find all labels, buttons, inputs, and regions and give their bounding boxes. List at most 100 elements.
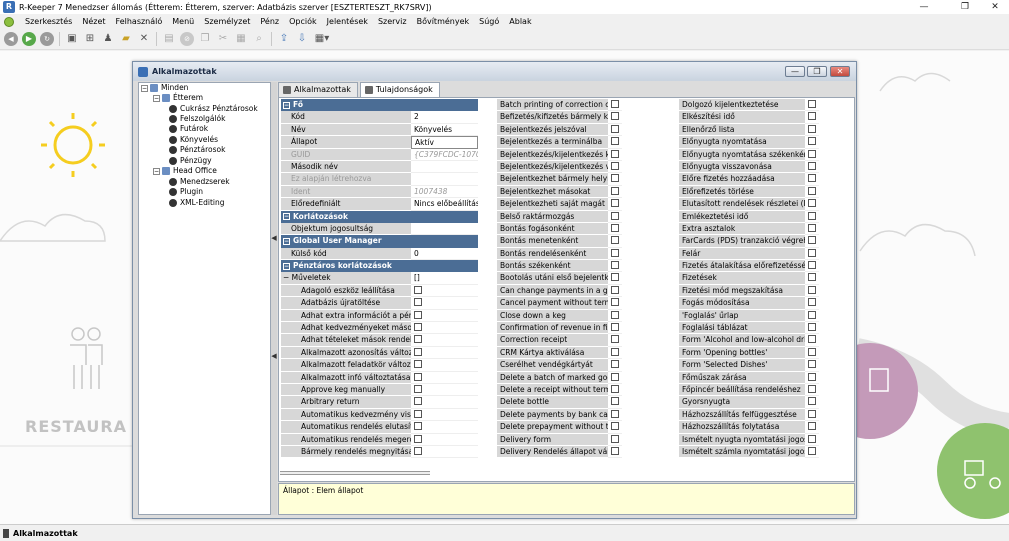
property-value[interactable] xyxy=(805,260,819,273)
property-row[interactable]: GUID {C379FCDC-1070-4 xyxy=(281,148,478,161)
property-row[interactable]: Automatikus rendelés elutasítás m xyxy=(281,421,478,434)
property-row[interactable]: Bejelentkezés a terminálba xyxy=(497,136,622,149)
property-checkbox[interactable] xyxy=(611,285,619,294)
folder-icon[interactable]: ▰ xyxy=(119,32,133,46)
property-row[interactable]: Befizetés/kifizetés bármely kasszán xyxy=(497,111,622,124)
tree-node[interactable]: Pénztárosok xyxy=(165,145,225,155)
property-row[interactable]: Ident 1007438 xyxy=(281,185,478,199)
property-value[interactable] xyxy=(608,185,622,199)
property-checkbox[interactable] xyxy=(611,161,619,170)
property-checkbox[interactable] xyxy=(611,137,619,146)
property-checkbox[interactable] xyxy=(808,223,816,232)
property-value[interactable] xyxy=(805,99,819,112)
property-checkbox[interactable] xyxy=(808,186,816,195)
property-value[interactable]: 0 xyxy=(411,247,478,261)
app-logo-icon[interactable] xyxy=(4,16,14,27)
paste-icon[interactable]: ▦ xyxy=(234,32,248,46)
property-checkbox[interactable] xyxy=(808,446,816,455)
property-value[interactable] xyxy=(411,383,478,397)
menu-view[interactable]: Nézet xyxy=(77,17,110,26)
property-checkbox[interactable] xyxy=(611,298,619,307)
property-checkbox[interactable] xyxy=(414,347,422,356)
property-value[interactable] xyxy=(411,445,478,459)
property-checkbox[interactable] xyxy=(414,298,422,307)
property-value[interactable] xyxy=(608,309,622,323)
property-checkbox[interactable] xyxy=(808,384,816,393)
property-checkbox[interactable] xyxy=(611,236,619,245)
view-icon[interactable]: ▦▾ xyxy=(313,32,331,46)
property-row[interactable]: Fizetési mód megszakítása xyxy=(679,284,819,298)
property-value[interactable] xyxy=(805,445,819,459)
property-value[interactable] xyxy=(411,396,478,409)
collapse-left-arrow-icon[interactable]: ◀ xyxy=(271,352,277,360)
refresh-icon[interactable]: ↻ xyxy=(40,32,54,46)
property-value[interactable] xyxy=(608,371,622,384)
property-checkbox[interactable] xyxy=(808,285,816,294)
property-value[interactable] xyxy=(805,222,819,236)
property-row[interactable]: Form 'Selected Dishes' xyxy=(679,359,819,372)
property-value[interactable] xyxy=(805,371,819,384)
property-checkbox[interactable] xyxy=(808,323,816,332)
property-value[interactable] xyxy=(411,346,478,360)
property-row[interactable]: Házhozszállítás felfüggesztése xyxy=(679,408,819,422)
property-checkbox[interactable] xyxy=(414,335,422,344)
property-checkbox[interactable] xyxy=(611,446,619,455)
property-checkbox[interactable] xyxy=(611,409,619,418)
property-value[interactable] xyxy=(805,433,819,446)
property-row[interactable]: Adhat extra információt a pénzneme xyxy=(281,309,478,323)
property-checkbox[interactable] xyxy=(414,434,422,443)
property-value[interactable]: Könyvelés xyxy=(411,123,478,137)
property-value[interactable]: [] xyxy=(411,272,478,285)
property-row[interactable]: Adatbázis újratöltése xyxy=(281,297,478,310)
property-row[interactable]: Automatikus kedvezmény visszavo xyxy=(281,408,478,422)
property-value[interactable] xyxy=(411,297,478,310)
menu-user[interactable]: Felhasználó xyxy=(111,17,168,26)
property-row[interactable]: Delivery Rendelés állapot változta xyxy=(497,445,622,459)
property-checkbox[interactable] xyxy=(611,434,619,443)
property-value[interactable] xyxy=(608,421,622,434)
tree-expander-icon[interactable]: − xyxy=(153,167,160,175)
property-checkbox[interactable] xyxy=(611,149,619,158)
property-checkbox[interactable] xyxy=(808,273,816,282)
property-checkbox[interactable] xyxy=(611,100,619,108)
property-value[interactable] xyxy=(608,260,622,273)
property-row[interactable]: Fogás módosítása xyxy=(679,297,819,310)
property-value[interactable] xyxy=(608,210,622,223)
property-row[interactable]: Bejelentkezés/kijelentkezés változ xyxy=(497,160,622,174)
property-value[interactable] xyxy=(608,235,622,248)
property-value[interactable]: Nincs előbeállítás xyxy=(411,198,478,211)
property-checkbox[interactable] xyxy=(611,323,619,332)
property-value[interactable] xyxy=(608,359,622,372)
property-row[interactable]: Bejelentkezhet bármely helyre xyxy=(497,173,622,186)
menu-menu[interactable]: Menü xyxy=(167,17,199,26)
collapse-icon[interactable]: − xyxy=(283,262,290,270)
property-value[interactable] xyxy=(608,284,622,298)
property-section-header[interactable]: − Pénztáros korlátozások xyxy=(281,260,478,273)
property-checkbox[interactable] xyxy=(414,384,422,393)
collapse-icon[interactable]: − xyxy=(283,101,290,109)
property-row[interactable]: Alkalmazott azonosítás változtatása xyxy=(281,346,478,360)
property-value[interactable] xyxy=(805,297,819,310)
menu-help[interactable]: Súgó xyxy=(474,17,504,26)
property-row[interactable]: Close down a keg xyxy=(497,309,622,323)
close-button[interactable]: ✕ xyxy=(980,0,1009,14)
property-value[interactable] xyxy=(805,123,819,137)
property-row[interactable]: Delivery form xyxy=(497,433,622,446)
property-value[interactable] xyxy=(805,185,819,199)
property-value[interactable] xyxy=(805,421,819,434)
tree-node[interactable]: Cukrász Pénztárosok xyxy=(165,104,258,114)
property-row[interactable]: Előnyugta visszavonása xyxy=(679,160,819,174)
property-checkbox[interactable] xyxy=(808,161,816,170)
property-value[interactable] xyxy=(805,136,819,149)
property-row[interactable]: Elutasított rendelések részletei (De xyxy=(679,198,819,211)
property-checkbox[interactable] xyxy=(611,397,619,406)
property-value[interactable]: Aktív xyxy=(411,136,478,149)
run-icon[interactable]: ♟ xyxy=(101,32,115,46)
search-icon[interactable]: ⌕ xyxy=(252,32,266,46)
tree-expander-icon[interactable]: − xyxy=(153,94,160,102)
property-value[interactable] xyxy=(608,346,622,360)
property-row[interactable]: Bejelentkezés/kijelentkezés kártyá xyxy=(497,148,622,161)
property-checkbox[interactable] xyxy=(808,298,816,307)
mdi-minimize-button[interactable]: — xyxy=(785,66,805,77)
property-row[interactable]: Belső raktármozgás xyxy=(497,210,622,223)
